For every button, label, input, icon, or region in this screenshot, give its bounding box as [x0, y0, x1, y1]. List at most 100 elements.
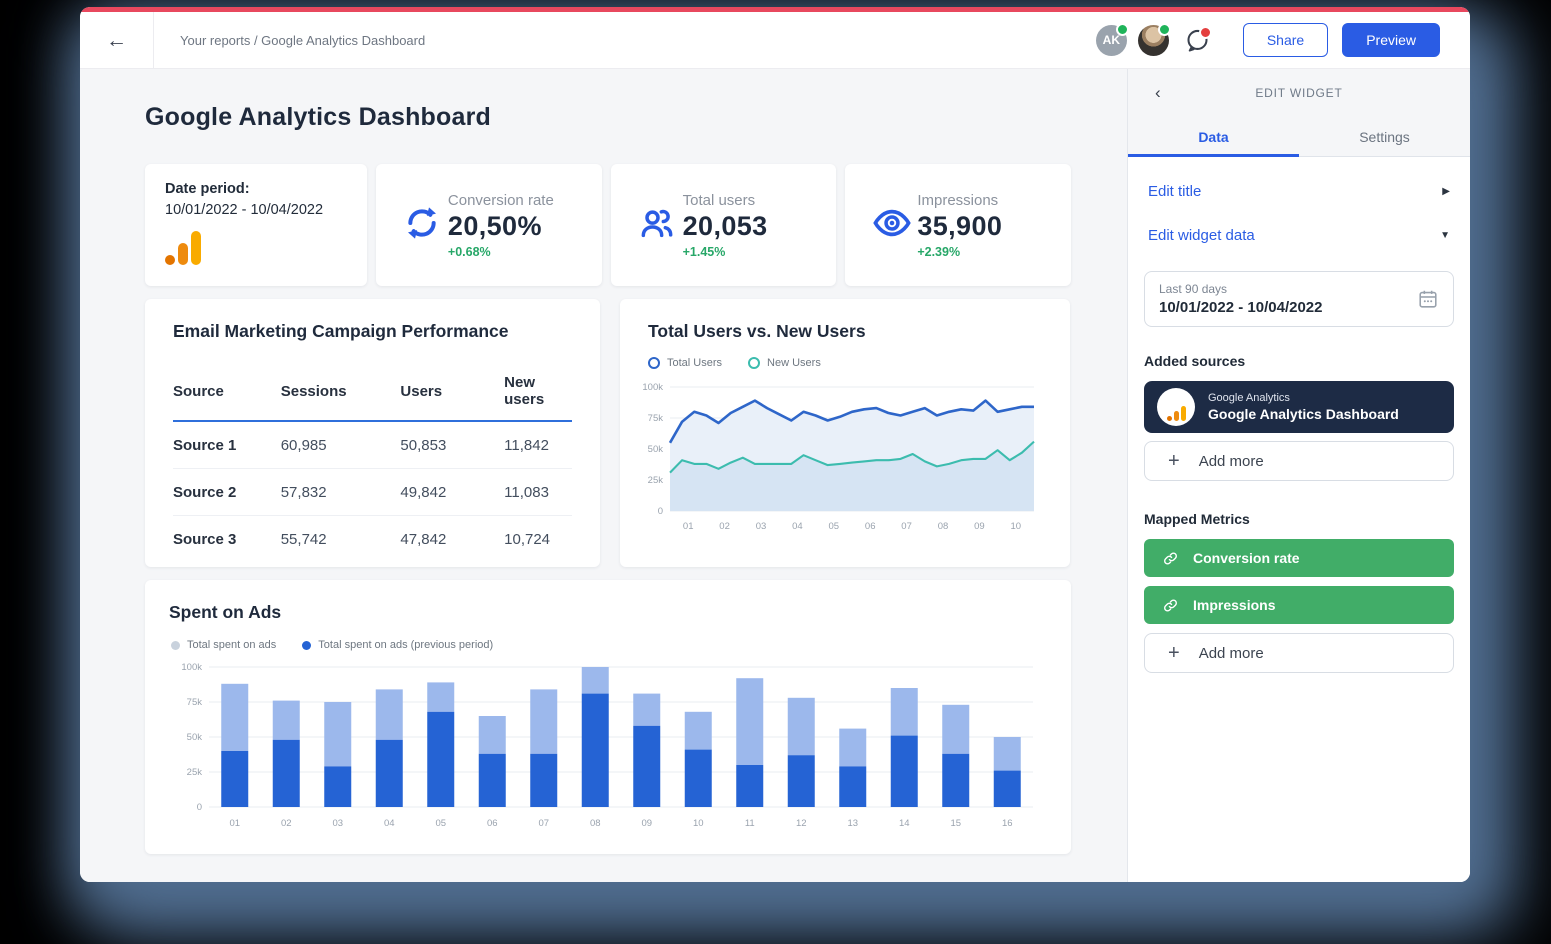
bar-segment-current — [684, 711, 712, 750]
avatar-photo[interactable] — [1137, 22, 1171, 56]
table-cell: Source 3 — [173, 515, 281, 562]
table-cell: 11,842 — [504, 436, 549, 454]
panel-back-button[interactable]: ‹ — [1155, 84, 1161, 101]
google-analytics-logo-icon — [1157, 388, 1195, 426]
table-cell: 10,724 — [504, 515, 572, 562]
bar-segment-current — [324, 702, 352, 767]
chart-legend: Total spent on ads Total spent on ads (p… — [171, 639, 1047, 651]
x-tick-label: 03 — [332, 818, 343, 829]
table-row: Source 1 60,985 50,853 11,842 — [173, 421, 572, 469]
edit-widget-panel: ‹ EDIT WIDGET Data Settings Edit title ▶… — [1127, 69, 1470, 882]
plus-icon: + — [1168, 450, 1180, 472]
x-tick-label: 06 — [487, 818, 498, 829]
conversion-rate-widget[interactable]: Conversion rate 20,50% +0.68% — [375, 164, 602, 286]
bar-segment-previous — [684, 749, 712, 807]
bar-segment-current — [736, 678, 764, 765]
x-tick-label: 06 — [865, 521, 876, 532]
total-users-widget[interactable]: Total users 20,053 +1.45% — [610, 164, 837, 286]
table-header-cell: Source — [173, 364, 281, 422]
x-tick-label: 10 — [1011, 521, 1022, 532]
y-tick-label: 75k — [648, 413, 664, 424]
bar-segment-previous — [736, 765, 764, 807]
back-button[interactable]: ← — [80, 12, 154, 68]
y-tick-label: 0 — [658, 506, 663, 517]
kpi-label: Total users — [682, 191, 756, 209]
legend-ring-total-users — [648, 357, 660, 369]
added-sources-label: Added sources — [1144, 353, 1246, 369]
legend-label: Total spent on ads — [187, 639, 277, 651]
x-tick-label: 09 — [974, 521, 985, 532]
date-period-widget[interactable]: Date period: 10/01/2022 - 10/04/2022 — [145, 164, 367, 286]
source-type: Google Analytics — [1208, 392, 1290, 404]
source-card-google-analytics[interactable]: Google Analytics Google Analytics Dashbo… — [1144, 381, 1454, 433]
bar-segment-previous — [221, 751, 249, 807]
avatar-ak[interactable]: AK — [1095, 22, 1129, 56]
avatar-initials-label: AK — [1102, 33, 1121, 47]
edit-title-label: Edit title — [1148, 183, 1202, 200]
tab-settings[interactable]: Settings — [1299, 116, 1470, 156]
bar-segment-current — [633, 693, 661, 726]
users-icon — [637, 203, 683, 248]
kpi-value: 20,50% — [447, 210, 542, 241]
bar-segment-previous — [993, 770, 1021, 807]
table-row: Source 2 57,832 49,842 11,083 — [173, 468, 572, 516]
x-tick-label: 08 — [590, 818, 601, 829]
date-range-picker[interactable]: Last 90 days 10/01/2022 - 10/04/2022 — [1144, 271, 1454, 327]
kpi-value: 35,900 — [917, 210, 1003, 241]
bar-segment-current — [581, 667, 609, 694]
preview-button[interactable]: Preview — [1342, 23, 1440, 57]
x-tick-label: 08 — [938, 521, 949, 532]
mapped-metric-conversion-rate[interactable]: Conversion rate — [1144, 539, 1454, 577]
comments-button[interactable] — [1182, 25, 1213, 56]
spent-on-ads-widget[interactable]: Spent on Ads Total spent on ads Total sp… — [145, 580, 1071, 854]
online-status-dot — [1115, 22, 1129, 36]
x-tick-label: 16 — [1002, 818, 1013, 829]
plus-icon: + — [1168, 642, 1180, 664]
link-icon — [1164, 599, 1177, 611]
legend-label: Total Users — [667, 357, 723, 369]
users-chart-widget[interactable]: Total Users vs. New Users Total Users Ne… — [620, 299, 1070, 567]
bar-segment-previous — [633, 725, 661, 807]
x-tick-label: 05 — [435, 818, 446, 829]
topbar-actions: AK Share Preview — [1085, 22, 1470, 57]
x-tick-label: 11 — [745, 818, 755, 829]
bar-segment-current — [272, 700, 300, 740]
table-header-cell: New users — [504, 364, 572, 422]
kpi-label: Conversion rate — [447, 191, 554, 209]
add-metric-button[interactable]: + Add more — [1144, 633, 1454, 673]
tab-data[interactable]: Data — [1128, 116, 1299, 157]
legend-label: Total spent on ads (previous period) — [318, 639, 494, 651]
x-tick-label: 02 — [281, 818, 292, 829]
bar-segment-current — [375, 689, 403, 740]
refresh-icon — [402, 203, 448, 248]
panel-tabs: Data Settings — [1128, 116, 1470, 157]
topbar: ← Your reports / Google Analytics Dashbo… — [80, 12, 1470, 69]
table-cell: 11,083 — [504, 468, 572, 516]
bar-segment-previous — [530, 753, 558, 807]
edit-title-row[interactable]: Edit title ▶ — [1144, 183, 1454, 200]
bar-segment-previous — [942, 753, 970, 807]
legend-dot-total-spent — [171, 640, 180, 650]
table-header-cell: Users — [400, 364, 505, 422]
email-campaign-table-widget[interactable]: Email Marketing Campaign Performance Sou… — [145, 299, 600, 567]
total-users-vs-new-users-chart: 0 25k 50k 75k 100k 01 02 03 04 05 06 07 08 09 10 — [642, 382, 1035, 532]
mapped-metric-impressions[interactable]: Impressions — [1144, 586, 1454, 624]
y-tick-label: 75k — [187, 697, 203, 708]
impressions-widget[interactable]: Impressions 35,900 +2.39% — [845, 164, 1072, 286]
x-tick-label: 09 — [641, 818, 652, 829]
legend-dot-previous-period — [302, 640, 312, 650]
y-tick-label: 50k — [648, 444, 664, 455]
edit-widget-data-row[interactable]: Edit widget data ▼ — [1144, 227, 1454, 244]
widget-title: Total Users vs. New Users — [648, 321, 866, 341]
calendar-icon — [1419, 290, 1437, 308]
add-source-button[interactable]: + Add more — [1144, 441, 1454, 481]
add-more-label: Add more — [1198, 452, 1264, 470]
add-more-label: Add more — [1198, 644, 1264, 662]
chevron-down-icon: ▼ — [1440, 230, 1450, 241]
share-button[interactable]: Share — [1242, 23, 1329, 57]
bar-segment-previous — [787, 755, 815, 807]
date-range-preset: Last 90 days — [1159, 282, 1228, 296]
panel-content: Edit title ▶ Edit widget data ▼ Last 90 … — [1128, 157, 1470, 882]
bar-segment-previous — [272, 739, 300, 807]
widget-title: Spent on Ads — [169, 602, 282, 622]
